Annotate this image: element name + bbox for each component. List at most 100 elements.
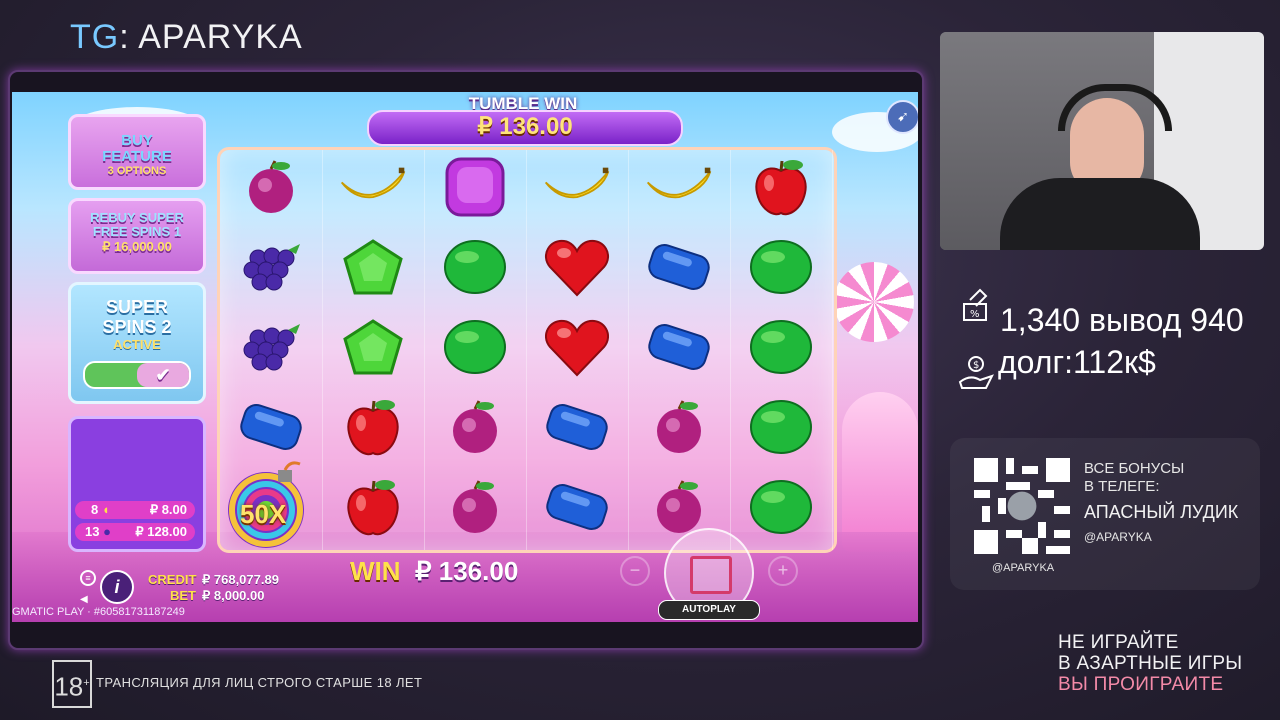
tg-name: : APARYKA — [119, 18, 303, 56]
bet-minus-button[interactable]: − — [620, 556, 650, 586]
age-number: 18 — [54, 671, 84, 702]
warning-line2: В АЗАРТНЫЕ ИГРЫ — [1058, 653, 1243, 674]
bet-plus-button[interactable]: + — [768, 556, 798, 586]
age-plus: + — [83, 677, 90, 689]
reel-column — [322, 150, 425, 550]
rebuy-line2: FREE SPINS 1 — [92, 224, 182, 239]
money-hand-icon: $ — [956, 352, 996, 392]
qr-handle-below: @APARYKA — [992, 562, 1055, 574]
green-oval-icon — [746, 316, 816, 378]
green-pentagon-icon — [338, 236, 408, 298]
telegram-promo: ВСЕ БОНУСЫ В ТЕЛЕГЕ: АПАСНЫЙ ЛУДИК @APAR… — [950, 438, 1260, 590]
super-line1: SUPER — [105, 297, 168, 317]
qr-code-icon — [974, 458, 1070, 554]
slot-game[interactable]: TUMBLE WIN ₽ 136.00 ➹ BUY FEATURE 3 OPTI… — [12, 92, 918, 622]
purple-square-icon — [440, 156, 510, 218]
super-spins-panel: SUPER SPINS 2 ACTIVE ✔ — [68, 282, 206, 404]
cream-swirl-decoration — [842, 392, 918, 552]
qr-line1: ВСЕ БОНУСЫ — [1084, 460, 1185, 477]
channel-title: TG: APARYKA — [70, 18, 303, 57]
pay1-value: ₽ 8.00 — [149, 502, 187, 517]
green-oval-icon — [440, 236, 510, 298]
rebuy-line1: REBUY SUPER — [90, 210, 184, 225]
menu-icon[interactable]: ≡ — [80, 570, 96, 586]
streamer-shirt — [1000, 178, 1200, 250]
info-icon[interactable]: i — [100, 570, 134, 604]
bet-label: BET — [170, 588, 196, 603]
stats-line2: долг:112к$ — [998, 344, 1156, 380]
bet-value: ₽ 8,000.00 — [202, 588, 265, 603]
reel-column — [730, 150, 833, 550]
green-oval-icon — [440, 316, 510, 378]
buy-feature-sub: 3 OPTIONS — [107, 165, 167, 177]
bomb-multiplier: 50X — [240, 499, 287, 529]
super-line2: SPINS 2 — [102, 317, 172, 337]
tumble-win-value: ₽ 136.00 — [367, 110, 683, 146]
reel-column — [526, 150, 629, 550]
qr-line2: В ТЕЛЕГЕ: — [1084, 478, 1160, 495]
lollipop-decoration — [834, 262, 914, 342]
turbo-icon[interactable]: ➹ — [886, 100, 918, 134]
buy-feature-line1: BUY — [121, 132, 153, 149]
plum-icon — [440, 396, 510, 458]
grapes-icon — [236, 316, 306, 378]
reel-column — [424, 150, 527, 550]
win-breakdown-panel: 8 ◖ ₽ 8.00 13 ● ₽ 128.00 — [68, 416, 206, 552]
blue-icon — [644, 236, 714, 298]
reel-grid — [217, 147, 837, 553]
banana-icon — [644, 156, 714, 218]
blue-icon — [644, 316, 714, 378]
svg-text:%: % — [970, 309, 980, 320]
apple-icon — [338, 396, 408, 458]
pay2-count: 13 — [85, 524, 100, 539]
svg-text:$: $ — [973, 360, 979, 371]
buy-feature-line2: FEATURE — [102, 148, 172, 165]
rebuy-button[interactable]: REBUY SUPER FREE SPINS 1 ₽ 16,000.00 — [68, 198, 206, 274]
blue-icon — [236, 396, 306, 458]
banana-mini-icon: ◖ — [101, 502, 110, 517]
green-pentagon-icon — [338, 316, 408, 378]
green-oval-icon — [746, 476, 816, 538]
green-oval-icon — [746, 236, 816, 298]
plum-icon — [236, 156, 306, 218]
autoplay-button[interactable]: AUTOPLAY — [658, 600, 760, 620]
plum-icon — [644, 396, 714, 458]
heart-icon — [542, 316, 612, 378]
age-notice: ТРАНСЛЯЦИЯ ДЛЯ ЛИЦ СТРОГО СТАРШЕ 18 ЛЕТ — [96, 675, 423, 690]
warning-line3: ВЫ ПРОИГРАИТЕ — [1058, 674, 1224, 695]
super-status: ACTIVE — [113, 337, 161, 352]
super-toggle[interactable]: ✔ — [83, 361, 191, 389]
credit-label: CREDIT — [148, 572, 197, 587]
sound-icon[interactable]: ◀ — [80, 594, 92, 606]
banana-icon — [542, 156, 612, 218]
green-oval-icon — [746, 396, 816, 458]
blue-icon — [542, 396, 612, 458]
reel-column — [628, 150, 731, 550]
buy-feature-button[interactable]: BUY FEATURE 3 OPTIONS — [68, 114, 206, 190]
game-footer: GMATIC PLAY · #60581731187249 — [12, 606, 185, 618]
pay2-value: ₽ 128.00 — [135, 524, 187, 539]
win-value: ₽ 136.00 — [415, 556, 519, 586]
pay1-count: 8 — [91, 502, 99, 517]
banana-icon — [338, 156, 408, 218]
check-icon: ✔ — [137, 363, 189, 387]
credit-value: ₽ 768,077.89 — [202, 572, 279, 587]
apple-icon — [746, 156, 816, 218]
gambling-warning: НЕ ИГРАЙТЕ В АЗАРТНЫЕ ИГРЫ ВЫ ПРОИГРАИТЕ — [1058, 632, 1242, 695]
webcam-feed — [940, 32, 1264, 250]
pay-row-grapes: 13 ● ₽ 128.00 — [75, 523, 195, 541]
pay-row-banana: 8 ◖ ₽ 8.00 — [75, 501, 195, 519]
rebuy-price: ₽ 16,000.00 — [102, 239, 172, 254]
stop-icon — [690, 556, 732, 594]
warning-line1: НЕ ИГРАЙТЕ — [1058, 632, 1179, 653]
qr-handle: @APARYKA — [1084, 530, 1152, 544]
grapes-mini-icon: ● — [103, 524, 111, 539]
tg-prefix: TG — [70, 18, 120, 56]
tumble-win-banner: TUMBLE WIN ₽ 136.00 — [367, 94, 683, 146]
reel-column — [220, 150, 323, 550]
apple-icon — [338, 476, 408, 538]
heart-icon — [542, 236, 612, 298]
blue-icon — [542, 476, 612, 538]
age-badge: 18+ — [52, 660, 92, 708]
qr-line3: АПАСНЫЙ ЛУДИК — [1084, 502, 1239, 522]
